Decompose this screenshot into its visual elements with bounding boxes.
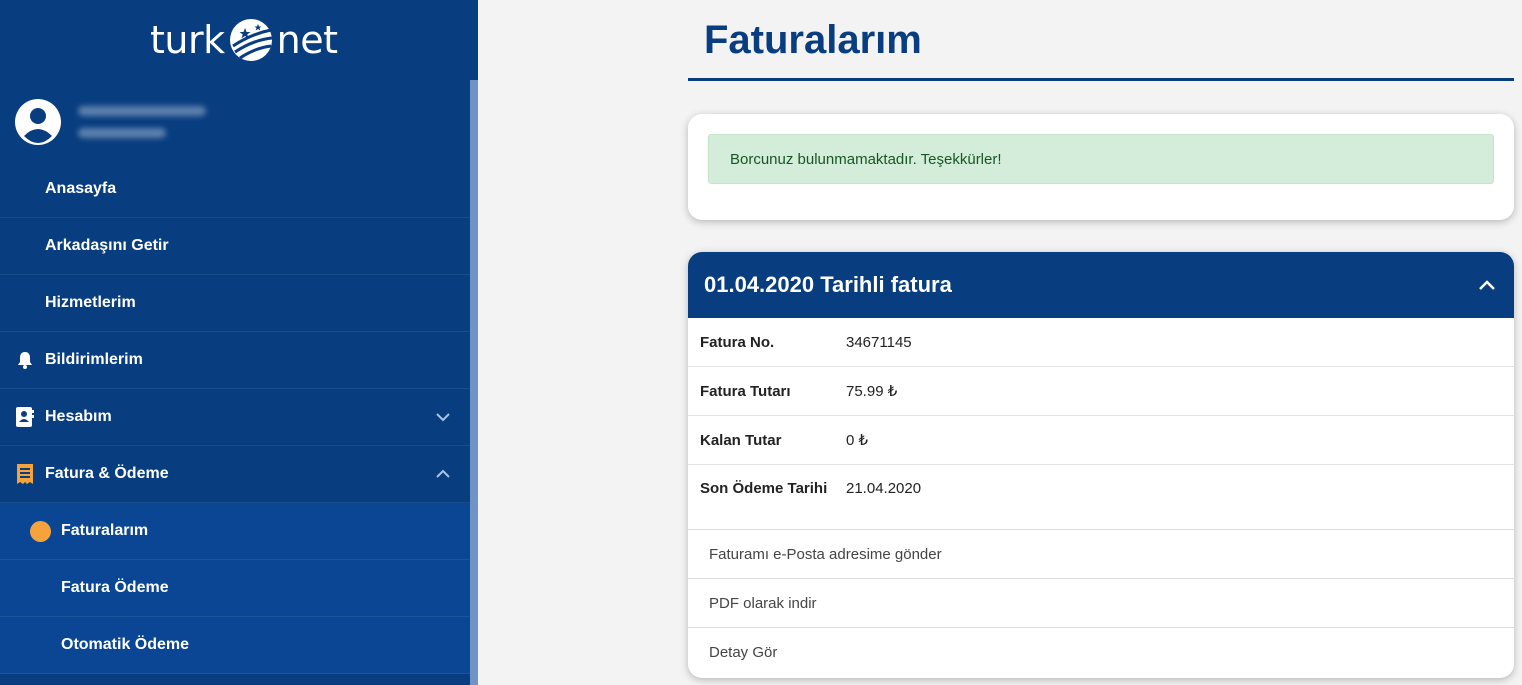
logo-text-left: turk [150, 18, 225, 62]
sidebar-scrollbar[interactable] [470, 80, 478, 685]
sidebar-item-hesabim[interactable]: Hesabım [0, 389, 470, 446]
invoice-card: 01.04.2020 Tarihli fatura Fatura No. 346… [688, 252, 1514, 678]
user-info-redacted [78, 106, 206, 138]
sidebar-item-anasayfa[interactable]: Anasayfa [0, 161, 470, 218]
active-indicator-dot [30, 520, 51, 542]
status-card: Borcunuz bulunmamaktadır. Teşekkürler! [688, 114, 1514, 220]
invoice-row-value: 21.04.2020 [846, 480, 922, 497]
sidebar-item-label: Hizmetlerim [45, 294, 136, 311]
invoice-row-key: Fatura No. [700, 333, 775, 351]
sidebar-item-fatura-odeme[interactable]: Fatura & Ödeme [0, 446, 470, 503]
sidebar-item-label: Fatura & Ödeme [45, 465, 169, 482]
sidebar-item-label: Faturalarım [61, 522, 149, 539]
globe-logo-icon [229, 19, 272, 61]
view-details-button[interactable]: Detay Gör [688, 627, 1514, 676]
invoice-row-value: 75.99 ₺ [846, 383, 898, 400]
sidebar-item-arkadasini-getir[interactable]: Arkadaşını Getir [0, 218, 470, 275]
sidebar-item-label: Fatura Ödeme [61, 579, 169, 596]
invoice-row-key: Fatura Tutarı [700, 382, 791, 400]
logo-text-right: net [276, 18, 338, 62]
invoice-title: 01.04.2020 Tarihli fatura [704, 272, 952, 297]
invoice-row-value: 0 ₺ [846, 432, 869, 449]
sidebar-item-faturalarim[interactable]: Faturalarım [0, 503, 470, 560]
chevron-down-icon [436, 413, 450, 422]
success-alert: Borcunuz bulunmamaktadır. Teşekkürler! [708, 134, 1494, 184]
invoice-card-header[interactable]: 01.04.2020 Tarihli fatura [688, 252, 1514, 318]
sidebar-item-label: Bildirimlerim [45, 351, 143, 368]
sidebar-item-hizmetlerim[interactable]: Hizmetlerim [0, 275, 470, 332]
sidebar-item-bildirimlerim[interactable]: Bildirimlerim [0, 332, 470, 389]
invoice-row-value: 34671145 [846, 333, 912, 351]
chevron-up-icon[interactable] [1478, 276, 1496, 294]
sidebar-item-fatura-odeme-sub[interactable]: Fatura Ödeme [0, 560, 470, 617]
sidebar-item-label: Arkadaşını Getir [45, 237, 169, 254]
chevron-up-icon [436, 469, 450, 478]
user-profile[interactable] [14, 98, 206, 146]
receipt-icon [14, 463, 36, 485]
send-email-button[interactable]: Faturamı e-Posta adresime gönder [688, 529, 1514, 578]
sidebar-item-label: Anasayfa [45, 180, 117, 197]
turknet-logo[interactable]: turk net [150, 12, 338, 68]
download-pdf-button[interactable]: PDF olarak indir [688, 578, 1514, 627]
avatar-icon [15, 99, 61, 145]
sidebar-item-otomatik-odeme[interactable]: Otomatik Ödeme [0, 617, 470, 674]
invoice-row-key: Son Ödeme Tarihi [700, 480, 828, 497]
page-title: Faturalarım [704, 18, 922, 62]
sidebar-item-label: Otomatik Ödeme [61, 636, 190, 653]
invoice-row-key: Kalan Tutar [700, 431, 782, 449]
invoice-row-son-odeme-tarihi: Son Ödeme Tarihi 21.04.2020 [688, 465, 1514, 512]
sidebar-menu: Anasayfa Arkadaşını Getir Hizmetlerim Bi… [0, 161, 470, 674]
invoice-row-fatura-tutari: Fatura Tutarı 75.99 ₺ [688, 367, 1514, 416]
sidebar: turk net Anasayfa Arkadaşını Getir Hizme… [0, 0, 478, 685]
account-card-icon [14, 406, 36, 428]
bell-icon [14, 349, 36, 371]
sidebar-item-label: Hesabım [45, 408, 112, 425]
invoice-row-fatura-no: Fatura No. 34671145 [688, 318, 1514, 367]
title-divider [688, 78, 1514, 81]
invoice-row-kalan-tutar: Kalan Tutar 0 ₺ [688, 416, 1514, 465]
